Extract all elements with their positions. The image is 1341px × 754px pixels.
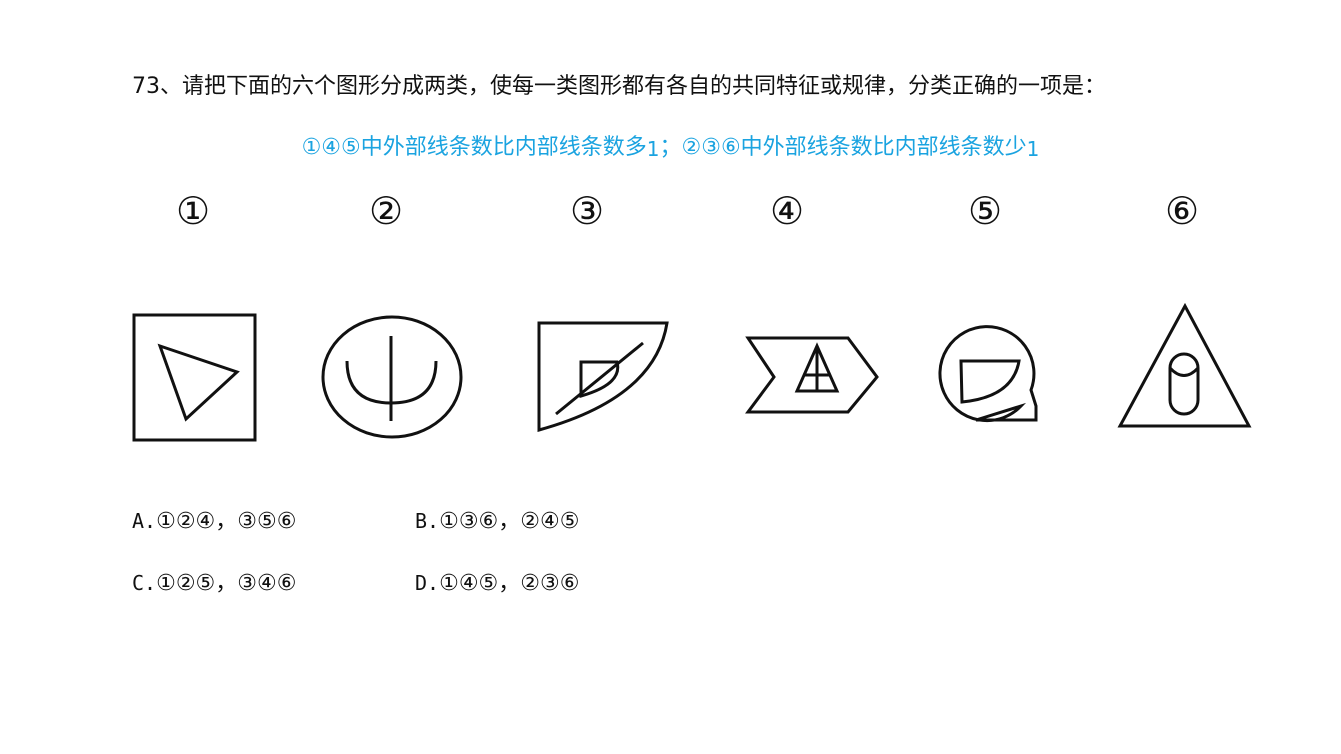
figures-background: [128, 184, 1258, 446]
option-c-text: ①②⑤，③④⑥: [156, 571, 297, 596]
option-d-text: ①④⑤，②③⑥: [439, 571, 580, 596]
hint-separator: ；: [659, 135, 682, 160]
figure-label-5: ⑤: [968, 189, 1002, 233]
figures-svg: ① ② ③ ④ ⑤ ⑥: [128, 184, 1258, 446]
figure-label-1: ①: [176, 189, 210, 233]
option-d-letter: D.: [415, 571, 440, 595]
question-text: 73、请把下面的六个图形分成两类，使每一类图形都有各自的共同特征或规律，分类正确…: [132, 74, 1106, 99]
figure-label-2: ②: [369, 189, 403, 233]
option-b-letter: B.: [415, 509, 440, 533]
figure-label-4: ④: [770, 189, 804, 233]
figure-panel: ① ② ③ ④ ⑤ ⑥: [0, 178, 1341, 458]
option-c[interactable]: C.①②⑤，③④⑥: [132, 568, 296, 599]
figure-label-6: ⑥: [1165, 189, 1199, 233]
option-b-text: ①③⑥，②④⑤: [439, 509, 580, 534]
option-b[interactable]: B.①③⑥，②④⑤: [415, 506, 579, 537]
hint-part-2-number: 1: [1026, 137, 1040, 161]
option-a[interactable]: A.①②④，③⑤⑥: [132, 506, 296, 537]
hint-part-2: ②③⑥中外部线条数比内部线条数少: [681, 135, 1027, 160]
option-d[interactable]: D.①④⑤，②③⑥: [415, 568, 579, 599]
option-a-text: ①②④，③⑤⑥: [156, 509, 297, 534]
answer-hint: ①④⑤中外部线条数比内部线条数多1；②③⑥中外部线条数比内部线条数少1: [0, 130, 1341, 165]
hint-part-1-number: 1: [646, 137, 660, 161]
option-c-letter: C.: [132, 571, 157, 595]
option-a-letter: A.: [132, 509, 157, 533]
figure-label-3: ③: [570, 189, 604, 233]
hint-part-1: ①④⑤中外部线条数比内部线条数多: [301, 135, 647, 160]
